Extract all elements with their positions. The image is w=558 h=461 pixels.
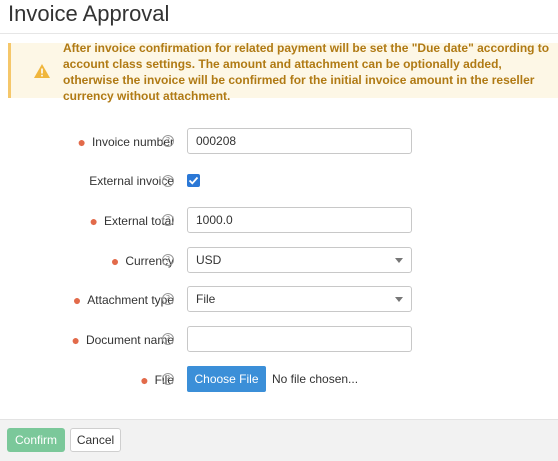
invoice-number-label: ● Invoice number bbox=[77, 128, 174, 154]
document-name-row: ● Document name ? bbox=[0, 326, 558, 352]
page-title: Invoice Approval bbox=[8, 1, 170, 26]
title-divider bbox=[0, 33, 558, 34]
document-name-input[interactable] bbox=[187, 326, 412, 352]
cancel-button[interactable]: Cancel bbox=[70, 428, 121, 452]
external-invoice-checkbox[interactable] bbox=[187, 174, 200, 187]
help-icon[interactable]: ? bbox=[162, 135, 174, 147]
attachment-type-label: ● Attachment type bbox=[73, 286, 174, 312]
warning-text: After invoice confirmation for related p… bbox=[63, 41, 550, 103]
currency-row: ● Currency ? USD bbox=[0, 247, 558, 273]
chevron-down-icon bbox=[395, 297, 403, 302]
invoice-number-row: ● Invoice number ? bbox=[0, 128, 558, 154]
currency-select[interactable]: USD bbox=[187, 247, 412, 273]
required-marker: ● bbox=[110, 253, 120, 269]
required-marker: ● bbox=[77, 134, 86, 150]
checkmark-icon bbox=[188, 176, 199, 185]
external-total-row: ● External total ? bbox=[0, 207, 558, 233]
required-marker: ● bbox=[140, 372, 149, 388]
help-icon[interactable]: ? bbox=[162, 293, 174, 305]
currency-value: USD bbox=[196, 253, 222, 267]
help-icon[interactable]: ? bbox=[162, 373, 174, 385]
choose-file-button[interactable]: Choose File bbox=[187, 366, 266, 392]
chevron-down-icon bbox=[395, 258, 403, 263]
invoice-number-input[interactable] bbox=[187, 128, 412, 154]
help-icon[interactable]: ? bbox=[162, 175, 174, 187]
file-status: No file chosen... bbox=[272, 372, 359, 386]
required-marker: ● bbox=[71, 332, 80, 348]
warning-banner: After invoice confirmation for related p… bbox=[8, 41, 558, 103]
footer-bar: Confirm Cancel bbox=[0, 419, 558, 461]
attachment-type-label-text: Attachment type bbox=[87, 293, 174, 307]
help-icon[interactable]: ? bbox=[162, 254, 174, 266]
help-icon[interactable]: ? bbox=[162, 214, 174, 226]
warning-icon bbox=[33, 63, 51, 79]
required-marker: ● bbox=[72, 292, 82, 308]
confirm-button[interactable]: Confirm bbox=[7, 428, 65, 452]
file-row: ● File ? Choose File No file chosen... bbox=[0, 366, 558, 392]
document-name-label-text: Document name bbox=[85, 333, 174, 347]
attachment-type-row: ● Attachment type ? File bbox=[0, 286, 558, 312]
external-invoice-row: External invoice ? bbox=[0, 168, 558, 194]
required-marker: ● bbox=[89, 213, 98, 229]
help-icon[interactable]: ? bbox=[162, 333, 174, 345]
external-total-input[interactable] bbox=[187, 207, 412, 233]
document-name-label: ● Document name bbox=[71, 326, 174, 352]
attachment-type-value: File bbox=[196, 292, 216, 306]
attachment-type-select[interactable]: File bbox=[187, 286, 412, 312]
